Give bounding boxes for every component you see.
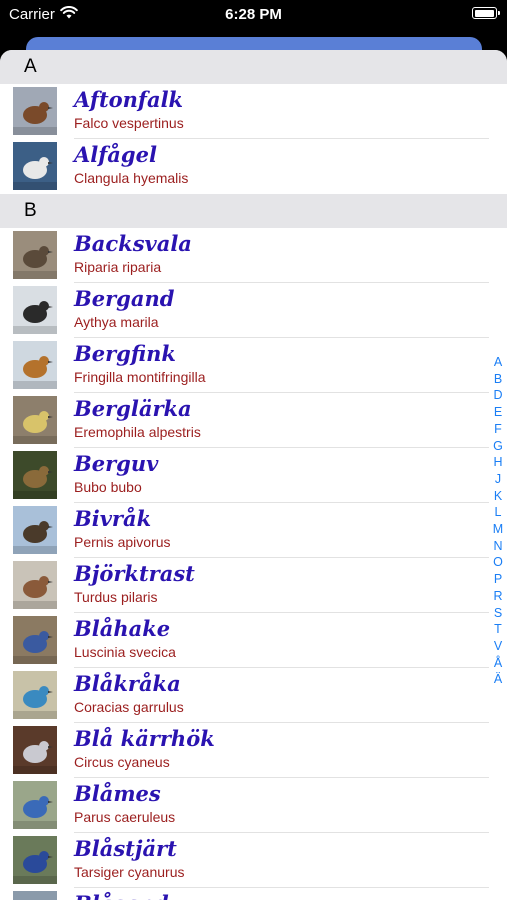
bird-latin-name: Eremophila alpestris	[74, 424, 201, 440]
bird-swedish-name: Blåmes	[74, 781, 161, 806]
bird-latin-name: Circus cyaneus	[74, 754, 170, 770]
bird-latin-name: Luscinia svecica	[74, 644, 176, 660]
bird-row[interactable]: Backsvala Riparia riparia	[0, 228, 507, 283]
index-letter[interactable]: J	[495, 471, 501, 488]
bird-thumbnail	[13, 836, 57, 884]
bird-row[interactable]: Aftonfalk Falco vespertinus	[0, 84, 507, 139]
index-letter[interactable]: P	[494, 571, 502, 588]
bird-thumbnail	[13, 671, 57, 719]
index-letter[interactable]: O	[493, 554, 503, 571]
index-letter[interactable]: R	[493, 588, 502, 605]
bird-row[interactable]: Berglärka Eremophila alpestris	[0, 393, 507, 448]
bird-swedish-name: Bivråk	[74, 506, 152, 531]
bird-row[interactable]: Berguv Bubo bubo	[0, 448, 507, 503]
bird-row[interactable]: Blåstjärt Tarsiger cyanurus	[0, 833, 507, 888]
section-index-bar[interactable]: ABDEFGHJKLMNOPRSTVÅÄ	[489, 354, 507, 688]
bird-swedish-name: Bergand	[74, 286, 175, 311]
index-letter[interactable]: G	[493, 438, 503, 455]
bird-swedish-name: Blåstjärt	[74, 836, 177, 861]
bird-swedish-name: Aftonfalk	[74, 87, 184, 112]
index-letter[interactable]: B	[494, 371, 502, 388]
bird-latin-name: Clangula hyemalis	[74, 170, 189, 186]
bird-swedish-name: Blåkråka	[74, 671, 181, 696]
index-letter[interactable]: L	[495, 504, 502, 521]
bird-thumbnail	[13, 396, 57, 444]
bird-latin-name: Parus caeruleus	[74, 809, 176, 825]
bird-latin-name: Falco vespertinus	[74, 115, 184, 131]
bird-row[interactable]: Blå kärrhök Circus cyaneus	[0, 723, 507, 778]
bird-row[interactable]: Bergfink Fringilla montifringilla	[0, 338, 507, 393]
bird-latin-name: Pernis apivorus	[74, 534, 171, 550]
bird-row[interactable]: Björktrast Turdus pilaris	[0, 558, 507, 613]
bird-thumbnail	[13, 561, 57, 609]
bird-latin-name: Riparia riparia	[74, 259, 162, 275]
bird-row[interactable]: Alfågel Clangula hyemalis	[0, 139, 507, 194]
index-letter[interactable]: M	[493, 521, 503, 538]
bird-thumbnail	[13, 781, 57, 829]
index-letter[interactable]: Å	[494, 655, 502, 672]
bird-swedish-name: Blåhake	[74, 616, 171, 641]
index-letter[interactable]: A	[494, 354, 502, 371]
index-letter[interactable]: S	[494, 605, 502, 622]
bird-thumbnail	[13, 341, 57, 389]
bird-thumbnail	[13, 726, 57, 774]
bird-row[interactable]: Bergand Aythya marila	[0, 283, 507, 338]
bird-latin-name: Bubo bubo	[74, 479, 142, 495]
index-letter[interactable]: T	[494, 621, 502, 638]
index-letter[interactable]: D	[493, 387, 502, 404]
section-header: A	[0, 50, 507, 84]
index-letter[interactable]: E	[494, 404, 502, 421]
index-letter[interactable]: H	[493, 454, 502, 471]
index-letter[interactable]: Ä	[494, 671, 502, 688]
bird-thumbnail	[13, 451, 57, 499]
bird-row[interactable]: Blåkråka Coracias garrulus	[0, 668, 507, 723]
bird-swedish-name: Backsvala	[74, 231, 192, 256]
bird-swedish-name: Bergfink	[74, 341, 176, 366]
bird-row[interactable]: Blåmes Parus caeruleus	[0, 778, 507, 833]
bird-thumbnail	[13, 891, 57, 900]
status-time: 6:28 PM	[225, 6, 282, 23]
bird-row[interactable]: Bivråk Pernis apivorus	[0, 503, 507, 558]
bird-thumbnail	[13, 231, 57, 279]
bird-thumbnail	[13, 286, 57, 334]
index-letter[interactable]: V	[494, 638, 502, 655]
bird-row[interactable]: Blåsand	[0, 888, 507, 900]
bird-swedish-name: Björktrast	[74, 561, 195, 586]
bird-list[interactable]: A Aftonfalk Falco vespertinus Alfågel Clangu…	[0, 50, 507, 900]
status-bar: Carrier 6:28 PM	[0, 0, 507, 30]
bird-swedish-name: Berguv	[74, 451, 159, 476]
index-letter[interactable]: N	[493, 538, 502, 555]
bird-thumbnail	[13, 142, 57, 190]
bird-latin-name: Turdus pilaris	[74, 589, 158, 605]
bird-list-sheet: A Aftonfalk Falco vespertinus Alfågel Clangu…	[0, 50, 507, 900]
bird-swedish-name: Alfågel	[74, 142, 157, 167]
bird-thumbnail	[13, 506, 57, 554]
bird-swedish-name: Blå kärrhök	[74, 726, 215, 751]
index-letter[interactable]: K	[494, 488, 502, 505]
bird-thumbnail	[13, 87, 57, 135]
section-header: B	[0, 194, 507, 228]
bird-swedish-name: Blåsand	[74, 891, 169, 900]
bird-latin-name: Aythya marila	[74, 314, 159, 330]
bird-thumbnail	[13, 616, 57, 664]
index-letter[interactable]: F	[494, 421, 502, 438]
bird-latin-name: Fringilla montifringilla	[74, 369, 206, 385]
bird-latin-name: Coracias garrulus	[74, 699, 184, 715]
bird-row[interactable]: Blåhake Luscinia svecica	[0, 613, 507, 668]
bird-latin-name: Tarsiger cyanurus	[74, 864, 185, 880]
battery-icon	[472, 7, 500, 19]
bird-swedish-name: Berglärka	[74, 396, 192, 421]
